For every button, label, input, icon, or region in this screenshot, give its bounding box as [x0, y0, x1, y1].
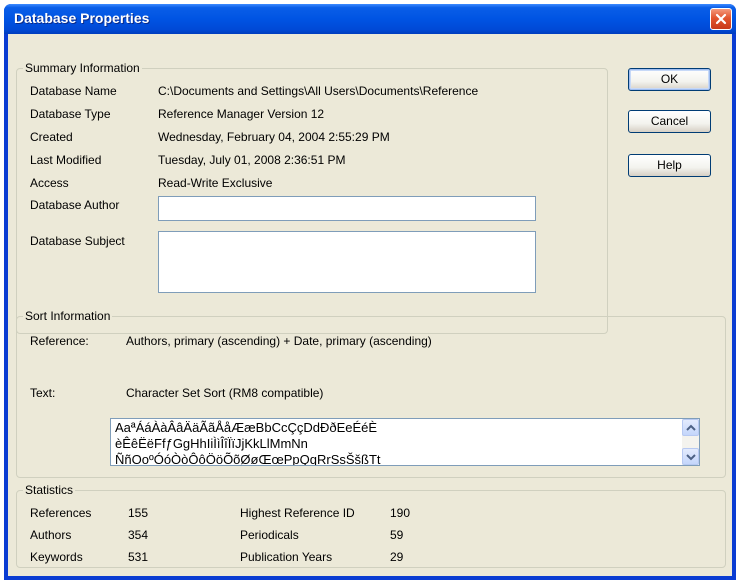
charset-line: ÑñOoºÓóÒòÔôÖöÕõØøŒœPpQqRrSsŠšßTt [115, 452, 381, 466]
charset-order-box[interactable]: AaªÁáÀàÂâÄäÃãÅåÆæBbCcÇçDdÐðEeÉéÈ èÊêËëFf… [110, 418, 700, 466]
access-label: Access [30, 176, 69, 190]
sort-legend: Sort Information [23, 309, 113, 323]
access-value: Read-Write Exclusive [158, 176, 273, 190]
charset-line: èÊêËëFfƒGgHhIiÌìÎîÏïJjKkLlMmNn [115, 436, 308, 451]
charset-scrollbar[interactable] [682, 419, 699, 465]
scroll-up-button[interactable] [682, 419, 699, 436]
database-type-value: Reference Manager Version 12 [158, 107, 325, 121]
authors-label: Authors [30, 528, 72, 542]
periodicals-value: 59 [390, 528, 404, 542]
close-icon [715, 13, 727, 25]
authors-value: 354 [128, 528, 149, 542]
help-button[interactable]: Help [628, 154, 711, 177]
close-button[interactable] [710, 8, 732, 30]
scroll-down-button[interactable] [682, 448, 699, 465]
database-type-label: Database Type [30, 107, 111, 121]
cancel-button[interactable]: Cancel [628, 110, 711, 133]
text-sort-label: Text: [30, 386, 56, 400]
summary-legend: Summary Information [23, 61, 142, 75]
ok-button[interactable]: OK [628, 68, 711, 91]
database-subject-field[interactable] [158, 231, 536, 293]
database-name-value: C:\Documents and Settings\All Users\Docu… [158, 84, 479, 98]
charset-line: AaªÁáÀàÂâÄäÃãÅåÆæBbCcÇçDdÐðEeÉéÈ [115, 420, 378, 435]
dialog-body: Summary Information Database Name C:\Doc… [8, 34, 732, 576]
scroll-up-icon [686, 424, 696, 431]
title-bar[interactable]: Database Properties [4, 4, 736, 34]
last-modified-value: Tuesday, July 01, 2008 2:36:51 PM [158, 153, 346, 167]
database-subject-label: Database Subject [30, 234, 125, 248]
periodicals-label: Periodicals [240, 528, 299, 542]
keywords-label: Keywords [30, 550, 83, 564]
created-value: Wednesday, February 04, 2004 2:55:29 PM [158, 130, 390, 144]
scroll-down-icon [686, 454, 696, 461]
references-value: 155 [128, 506, 149, 520]
highest-reference-id-label: Highest Reference ID [240, 506, 355, 520]
database-name-label: Database Name [30, 84, 117, 98]
keywords-value: 531 [128, 550, 149, 564]
database-author-label: Database Author [30, 198, 120, 212]
text-sort-value: Character Set Sort (RM8 compatible) [126, 386, 324, 400]
last-modified-label: Last Modified [30, 153, 102, 167]
created-label: Created [30, 130, 73, 144]
reference-sort-label: Reference: [30, 334, 89, 348]
reference-sort-value: Authors, primary (ascending) + Date, pri… [126, 334, 432, 348]
database-author-field[interactable] [158, 196, 536, 221]
dialog-window: Database Properties Summary Information … [4, 4, 736, 580]
highest-reference-id-value: 190 [390, 506, 411, 520]
statistics-group: Statistics [16, 483, 726, 568]
publication-years-label: Publication Years [240, 550, 333, 564]
publication-years-value: 29 [390, 550, 404, 564]
window-title: Database Properties [14, 10, 150, 26]
statistics-legend: Statistics [23, 483, 76, 497]
references-label: References [30, 506, 92, 520]
